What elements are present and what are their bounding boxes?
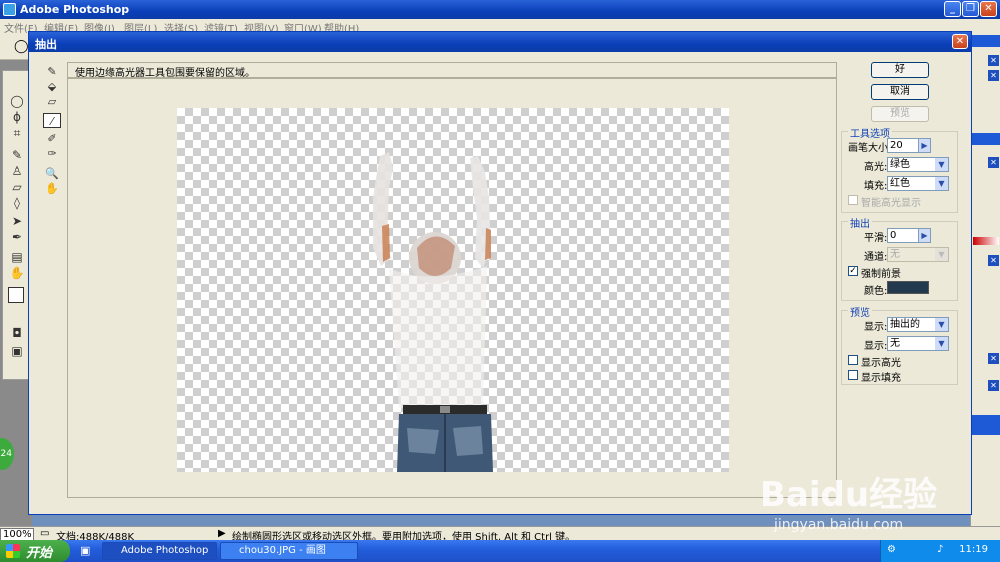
windows-logo-icon [6, 544, 20, 558]
quick-mask-icon[interactable]: ◘ [7, 325, 27, 341]
minimize-button[interactable]: _ [944, 1, 961, 17]
hand-tool-icon[interactable]: ✋ [7, 265, 27, 281]
fill-label: 填充: [864, 181, 888, 192]
tool-options-group: 工具选项 画笔大小: 20 ▶ 高光: 绿色 ▼ 填充: 红色 ▼ 智能高光显示 [841, 125, 958, 213]
preview-canvas[interactable] [177, 108, 729, 472]
doc-icon: ▭ [40, 528, 50, 539]
extract-toolbox: ✎ ⬙ ▱ ⁄ ✐ ✑ 🔍 ✋ [39, 62, 65, 202]
preview-group-title: 预览 [848, 304, 872, 319]
hint-bar: 使用边缘高光器工具包围要保留的区域。 [67, 62, 837, 79]
stamp-tool-icon[interactable]: ♙ [7, 163, 27, 179]
photoshop-app-icon [3, 3, 16, 16]
restore-button[interactable]: ❐ [962, 1, 979, 17]
extraction-title: 抽出 [848, 215, 872, 230]
start-button[interactable]: 开始 [0, 540, 70, 562]
channel-label: 通道: [864, 252, 888, 263]
show-highlight-checkbox[interactable] [848, 355, 858, 365]
lasso-tool-icon[interactable]: ϕ [7, 109, 27, 125]
foreground-color-swatch[interactable] [8, 287, 24, 303]
window-title: Adobe Photoshop [20, 3, 130, 16]
show-label: 显示: [864, 322, 888, 333]
foreground-color-swatch[interactable] [887, 281, 929, 294]
close-button[interactable]: ✕ [980, 1, 997, 17]
watermark-url: jingyan.baidu.com [774, 517, 904, 533]
blur-tool-icon[interactable]: ◊ [7, 195, 27, 211]
pen-tool-icon[interactable]: ✒ [7, 229, 27, 245]
hint-text: 使用边缘高光器工具包围要保留的区域。 [75, 68, 255, 79]
brush-tool-icon[interactable]: ✎ [7, 147, 27, 163]
palette-titlebar [971, 133, 1000, 145]
screen-mode-icon[interactable]: ▣ [7, 343, 27, 359]
play-icon[interactable]: ▶ [218, 528, 226, 539]
palette-close-icon[interactable]: ✕ [988, 55, 999, 66]
dialog-title: 抽出 [35, 38, 57, 51]
smooth-slider-icon[interactable]: ▶ [918, 229, 930, 242]
chevron-down-icon[interactable]: ▼ [935, 248, 948, 261]
smart-highlight-checkbox[interactable] [848, 195, 858, 205]
cancel-button[interactable]: 取消 [871, 84, 929, 100]
clock: 11:19 [959, 544, 988, 555]
layer-selected[interactable] [971, 415, 1000, 435]
notes-tool-icon[interactable]: ▤ [7, 249, 27, 265]
taskbar-photoshop[interactable]: Adobe Photoshop [102, 542, 217, 560]
hand-tool-icon[interactable]: ✋ [43, 181, 61, 196]
move-tool-icon[interactable]: ➤ [7, 213, 27, 229]
force-foreground-checkbox[interactable]: ✓ [848, 266, 858, 276]
extract-dialog: 抽出 ✕ ✎ ⬙ ▱ ⁄ ✐ ✑ 🔍 ✋ 使用边缘高光器工具包围要保留的区域。 [28, 31, 972, 515]
palette-close-icon[interactable]: ✕ [988, 353, 999, 364]
photoshop-titlebar: Adobe Photoshop _ ❐ ✕ [0, 0, 1000, 19]
brush-size-slider-icon[interactable]: ▶ [918, 139, 930, 152]
taskbar-paint[interactable]: chou30.JPG - 画图 [220, 542, 358, 560]
color-ramp[interactable] [973, 237, 999, 245]
tray-icon[interactable]: ⚙ [887, 544, 896, 555]
show-highlight-label: 显示高光 [861, 358, 901, 369]
extraction-group: 抽出 平滑: 0 ▶ 通道: 无 ▼ ✓ 强制前景 颜色: [841, 215, 958, 301]
show-label: 显示: [864, 341, 888, 352]
edge-highlighter-icon[interactable]: ✎ [43, 64, 61, 79]
preview-frame [67, 78, 837, 498]
extracted-figure [373, 152, 493, 472]
dialog-close-button[interactable]: ✕ [952, 34, 968, 49]
tool-options-title: 工具选项 [848, 125, 892, 140]
brush-size-label: 画笔大小: [848, 143, 892, 154]
start-label: 开始 [26, 546, 53, 561]
watermark: Baidu经验 jingyan.baidu.com [760, 455, 975, 545]
show-desktop-icon[interactable]: ▣ [80, 544, 90, 557]
preview-group: 预览 显示: 抽出的 ▼ 显示: 无 ▼ 显示高光 显示填充 [841, 304, 958, 385]
chevron-down-icon[interactable]: ▼ [935, 318, 948, 331]
zoom-tool-icon[interactable]: 🔍 [43, 166, 61, 181]
palette-titlebar [971, 35, 1000, 47]
elliptical-marquee-tool-icon[interactable]: ◯ [7, 93, 27, 109]
show-fill-checkbox[interactable] [848, 370, 858, 380]
chevron-down-icon[interactable]: ▼ [935, 337, 948, 350]
ok-button[interactable]: 好 [871, 62, 929, 78]
eraser-tool-icon[interactable]: ▱ [43, 94, 61, 109]
watermark-brand: Baidu经验 [760, 475, 938, 515]
preview-button[interactable]: 预览 [871, 106, 929, 122]
palette-close-icon[interactable]: ✕ [988, 70, 999, 81]
smart-highlight-label: 智能高光显示 [861, 198, 921, 209]
dialog-titlebar: 抽出 [29, 32, 971, 52]
edge-touchup-tool-icon[interactable]: ✑ [43, 146, 61, 161]
toolbox: ◯ ϕ ⌗ ✎ ♙ ▱ ◊ ➤ ✒ ▤ ✋ ◘ ▣ [2, 70, 30, 380]
cleanup-tool-icon[interactable]: ✐ [43, 131, 61, 146]
chevron-down-icon[interactable]: ▼ [935, 177, 948, 190]
force-foreground-label: 强制前景 [861, 269, 901, 280]
volume-icon[interactable]: ♪ [937, 544, 943, 555]
smooth-label: 平滑: [864, 233, 888, 244]
marquee-icon[interactable]: ◯ [14, 39, 29, 54]
fill-tool-icon[interactable]: ⬙ [43, 79, 61, 94]
palette-close-icon[interactable]: ✕ [988, 380, 999, 391]
palette-close-icon[interactable]: ✕ [988, 157, 999, 168]
palette-close-icon[interactable]: ✕ [988, 255, 999, 266]
color-label: 颜色: [864, 286, 888, 297]
highlight-label: 高光: [864, 162, 888, 173]
eraser-tool-icon[interactable]: ▱ [7, 179, 27, 195]
crop-tool-icon[interactable]: ⌗ [7, 125, 27, 141]
eyedropper-tool-icon[interactable]: ⁄ [43, 113, 61, 128]
chevron-down-icon[interactable]: ▼ [935, 158, 948, 171]
show-fill-label: 显示填充 [861, 373, 901, 384]
